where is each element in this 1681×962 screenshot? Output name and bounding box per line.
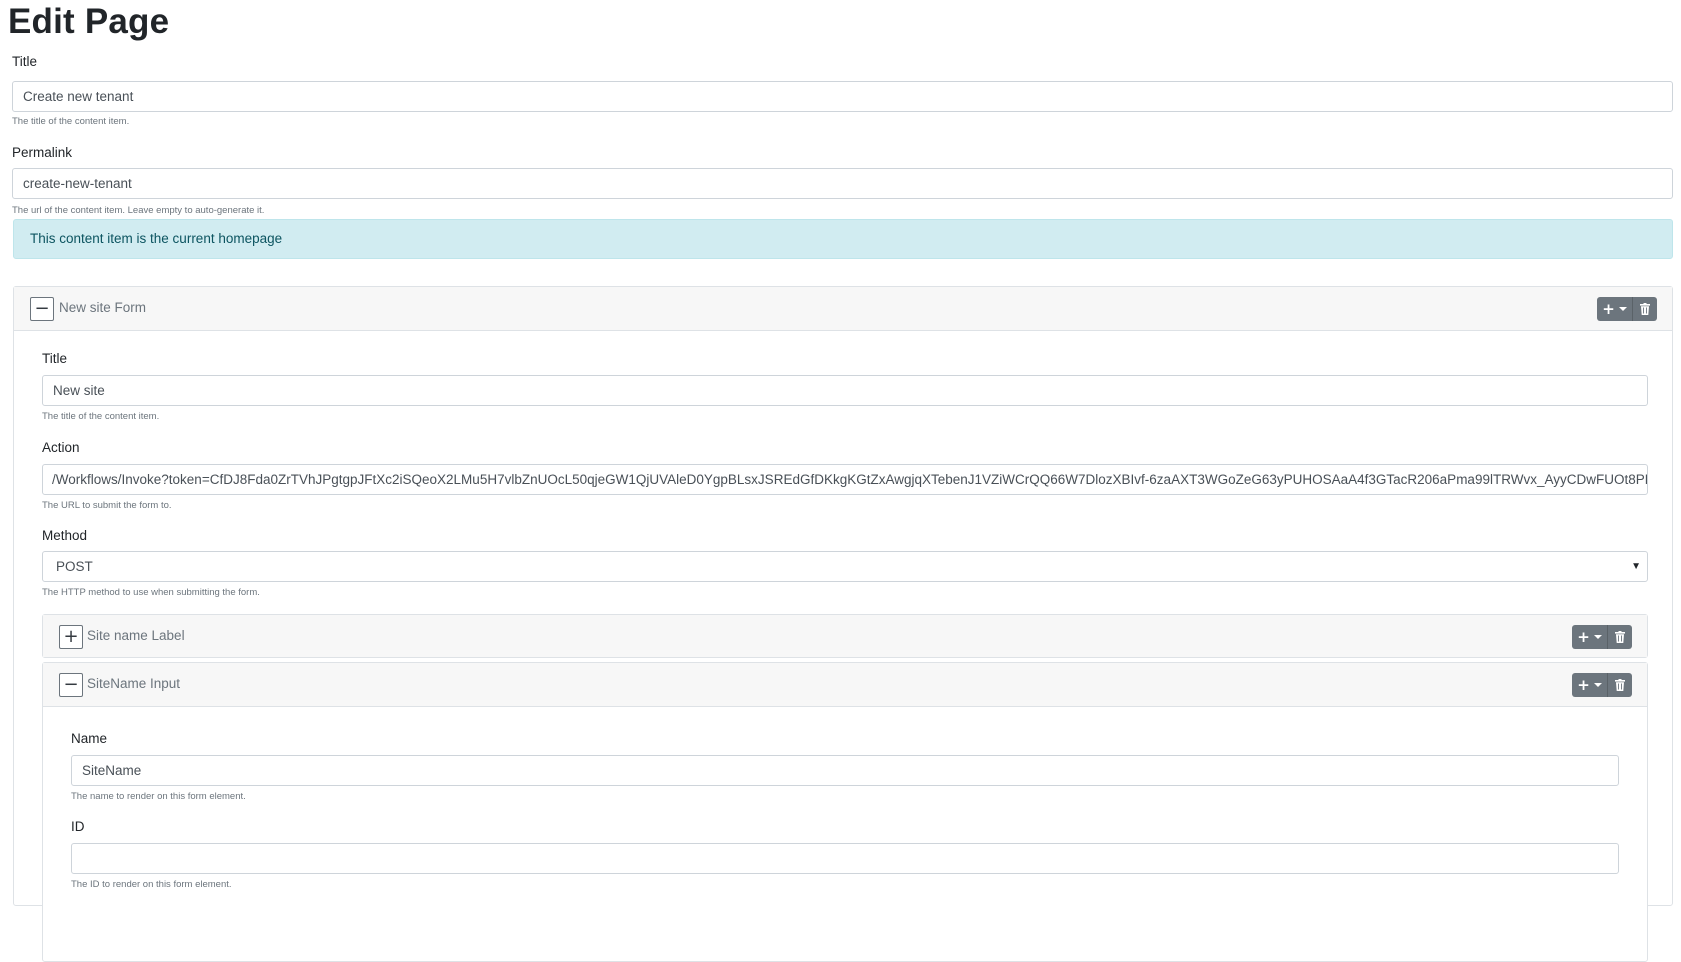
chevron-down-icon: ▼ [1631, 561, 1641, 572]
id-label: ID [71, 819, 85, 834]
trash-icon [1615, 631, 1625, 643]
form-widget-actions: + [1597, 297, 1657, 321]
delete-widget-button[interactable] [1608, 673, 1632, 697]
title-label: Title [12, 54, 38, 69]
form-widget-header: − New site Form + [14, 287, 1672, 331]
sitename-input-title: SiteName Input [87, 676, 181, 691]
form-title-input[interactable]: New site [42, 375, 1648, 406]
plus-icon: + [1577, 675, 1590, 694]
page-title: Edit Page [8, 2, 170, 41]
collapse-toggle-button[interactable]: − [30, 297, 54, 321]
name-label: Name [71, 731, 108, 746]
form-widget-title: New site Form [59, 300, 147, 315]
permalink-input[interactable]: create-new-tenant [12, 168, 1673, 199]
permalink-hint: The url of the content item. Leave empty… [12, 205, 265, 216]
title-hint: The title of the content item. [12, 116, 130, 127]
sitename-input-card: − SiteName Input + Name SiteName The nam… [42, 662, 1648, 962]
caret-down-icon [1618, 307, 1627, 311]
name-hint: The name to render on this form element. [71, 791, 246, 802]
form-title-hint: The title of the content item. [42, 411, 160, 422]
delete-widget-button[interactable] [1608, 625, 1632, 649]
plus-icon: + [1602, 299, 1615, 318]
caret-down-icon [1593, 635, 1602, 639]
delete-widget-button[interactable] [1633, 297, 1657, 321]
expand-toggle-button[interactable]: + [59, 625, 83, 649]
name-input[interactable]: SiteName [71, 755, 1619, 786]
method-label: Method [42, 528, 88, 543]
action-hint: The URL to submit the form to. [42, 500, 172, 511]
add-widget-button[interactable]: + [1597, 297, 1633, 321]
title-input[interactable]: Create new tenant [12, 81, 1673, 112]
site-name-label-title: Site name Label [87, 628, 185, 643]
homepage-notice: This content item is the current homepag… [13, 219, 1673, 259]
trash-icon [1640, 303, 1650, 315]
permalink-label: Permalink [12, 145, 73, 160]
method-select[interactable]: POST ▼ [42, 551, 1648, 582]
id-input[interactable] [71, 843, 1619, 874]
add-widget-button[interactable]: + [1572, 625, 1608, 649]
id-hint: The ID to render on this form element. [71, 879, 232, 890]
caret-down-icon [1593, 683, 1602, 687]
plus-icon: + [1577, 627, 1590, 646]
site-name-label-header: + Site name Label + [43, 615, 1647, 657]
form-widget-card: − New site Form + Title New site The tit… [13, 286, 1673, 962]
method-select-value: POST [56, 559, 93, 574]
sitename-input-header: − SiteName Input + [43, 663, 1647, 707]
method-hint: The HTTP method to use when submitting t… [42, 587, 260, 598]
site-name-label-card: + Site name Label + [42, 614, 1648, 658]
collapse-toggle-button[interactable]: − [59, 673, 83, 697]
site-name-label-actions: + [1572, 625, 1632, 649]
add-widget-button[interactable]: + [1572, 673, 1608, 697]
action-input[interactable]: /Workflows/Invoke?token=CfDJ8Fda0ZrTVhJP… [42, 464, 1648, 495]
sitename-input-actions: + [1572, 673, 1632, 697]
trash-icon [1615, 679, 1625, 691]
form-title-label: Title [42, 351, 68, 366]
action-label: Action [42, 440, 80, 455]
